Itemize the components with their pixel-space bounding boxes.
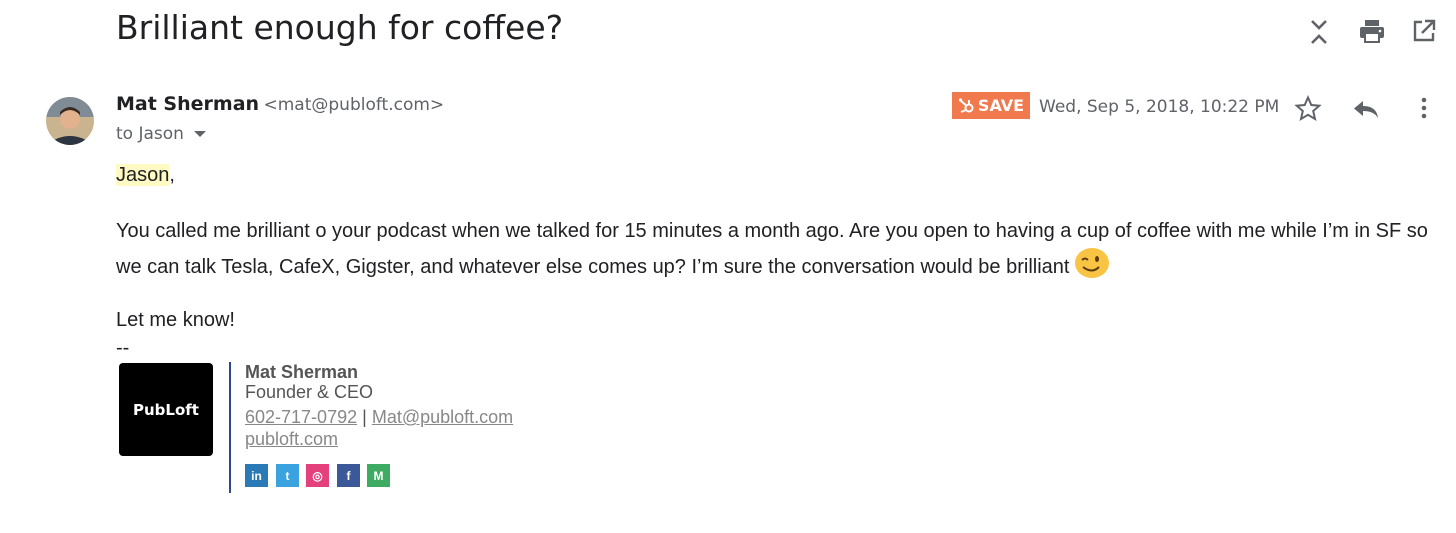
recipient-label: to Jason [116,124,184,144]
signature-separator: -- [116,337,130,359]
sender-email: <mat@publoft.com> [263,95,445,115]
collapse-all-icon[interactable] [1305,16,1335,46]
sender-name[interactable]: Mat Sherman [116,93,259,115]
email-date: Wed, Sep 5, 2018, 10:22 PM [1039,97,1280,117]
reply-icon[interactable] [1351,94,1381,124]
contact-separator: | [362,407,367,427]
recipient-details-toggle[interactable]: to Jason [116,124,206,144]
hubspot-sprocket-icon [958,98,974,113]
greeting-punctuation: , [169,164,175,186]
signature-email-link[interactable]: Mat@publoft.com [372,407,513,427]
save-label: SAVE [977,96,1025,115]
chevron-down-icon [193,131,206,137]
sender-line: Mat Sherman <mat@publoft.com> [116,93,444,115]
publoft-logo: PubLoft [119,363,213,456]
facebook-icon[interactable]: f [337,464,360,487]
signature-website-link[interactable]: publoft.com [245,429,338,450]
email-paragraph: You called me brilliant o your podcast w… [116,216,1436,289]
open-in-new-window-icon[interactable] [1409,16,1439,46]
email-greeting: Jason, [116,160,175,190]
signature-phone-link[interactable]: 602-717-0792 [245,407,357,427]
winking-face-icon [1073,246,1111,289]
linkedin-icon[interactable]: in [245,464,268,487]
star-icon[interactable] [1293,94,1323,124]
signature-name: Mat Sherman [245,362,359,382]
print-icon[interactable] [1357,16,1387,46]
hubspot-save-button[interactable]: SAVE [952,92,1030,119]
signature-contact: 602-717-0792 | Mat@publoft.com [245,407,513,428]
twitter-icon[interactable]: t [276,464,299,487]
email-subject: Brilliant enough for coffee? [116,8,564,47]
sender-avatar[interactable] [46,97,94,145]
signature-divider [229,362,231,493]
paragraph-text: You called me brilliant o your podcast w… [116,220,1428,278]
greeting-name: Jason [116,164,170,186]
more-options-icon[interactable] [1409,94,1439,124]
instagram-icon[interactable]: ◎ [306,464,329,487]
signature-title: Founder & CEO [245,382,374,402]
email-closing: Let me know! [116,309,235,331]
medium-icon[interactable]: M [367,464,390,487]
